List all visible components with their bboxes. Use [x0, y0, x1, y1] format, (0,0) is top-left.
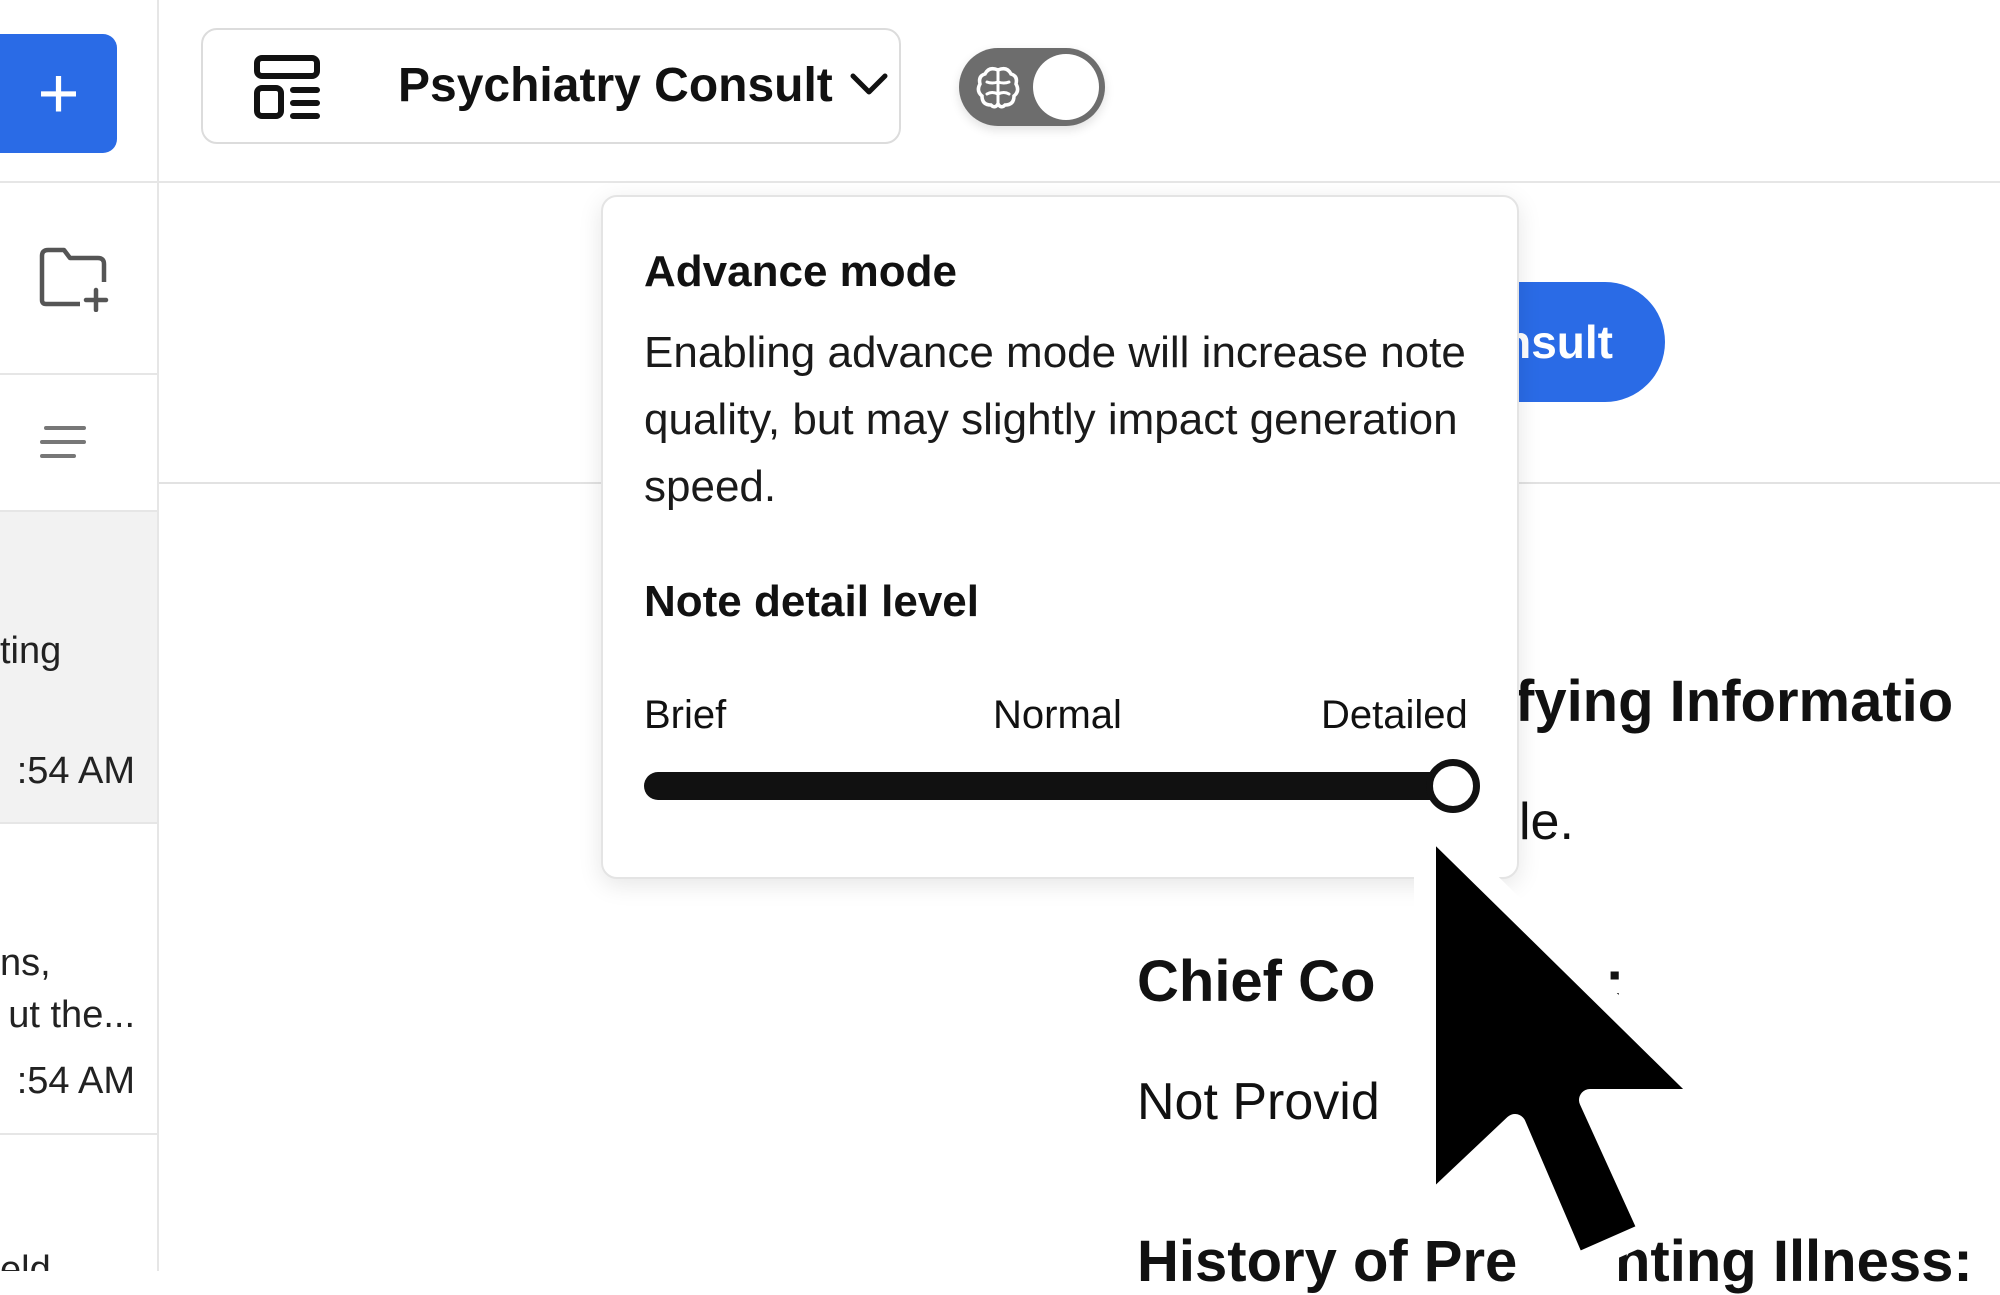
level-label-brief[interactable]: Brief: [644, 693, 726, 738]
template-dropdown[interactable]: Psychiatry Consult: [201, 28, 901, 144]
template-label: Psychiatry Consult: [398, 59, 833, 112]
section-heading-chief-complaint: Chief Co: [1137, 949, 1376, 1014]
popover-description: Enabling advance mode will increase note…: [644, 328, 1466, 511]
list-item-preview: ut the...: [8, 994, 135, 1036]
plus-icon: +: [37, 53, 80, 134]
folder-plus-icon[interactable]: [38, 246, 112, 317]
list-item-time: :54 AM: [16, 750, 135, 792]
consult-button-label: nsult: [1503, 316, 1613, 368]
advance-mode-popover: Advance mode Enabling advance mode will …: [601, 195, 1519, 879]
list-item-title: eld: [0, 1249, 51, 1271]
list-item-time: :54 AM: [16, 1060, 135, 1102]
sidebar: + ting :54 AM ns, ut the... :54 AM eld: [0, 0, 159, 1271]
list-item[interactable]: ns, ut the... :54 AM: [0, 824, 157, 1132]
list-item-title: ting: [0, 630, 62, 672]
sidebar-divider: [0, 373, 157, 375]
section-heading-identifying: fying Informatio: [1515, 669, 1954, 734]
chevron-down-icon: [849, 70, 889, 105]
list-item[interactable]: eld: [0, 1135, 157, 1271]
section-text-chief-complaint: Not Provid: [1137, 1073, 1380, 1131]
advance-mode-toggle[interactable]: [959, 48, 1105, 126]
level-label-normal[interactable]: Normal: [993, 693, 1122, 738]
top-header: Psychiatry Consult: [159, 0, 2000, 183]
brain-icon: [975, 64, 1021, 115]
toggle-knob: [1033, 54, 1099, 120]
new-note-button[interactable]: +: [0, 34, 117, 153]
template-layout-icon: [253, 54, 321, 127]
detail-level-title: Note detail level: [644, 577, 980, 626]
list-item-title: ns,: [0, 942, 51, 984]
mouse-pointer-icon: [1385, 800, 1725, 1276]
level-label-detailed[interactable]: Detailed: [1321, 693, 1468, 738]
sidebar-divider: [0, 181, 157, 183]
list-item[interactable]: ting :54 AM: [0, 512, 157, 822]
popover-title: Advance mode: [644, 247, 957, 296]
menu-lines-icon[interactable]: [40, 424, 88, 469]
detail-level-slider-track[interactable]: [644, 772, 1444, 800]
